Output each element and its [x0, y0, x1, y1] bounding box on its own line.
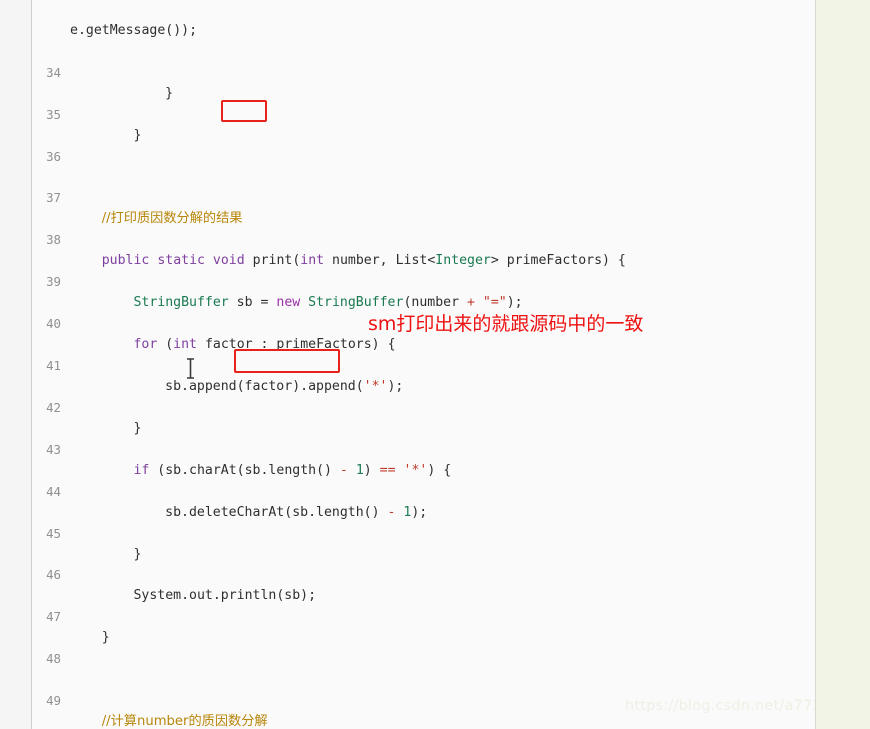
ibeam-icon: [187, 358, 194, 379]
site-watermark: https://blog.csdn.net/a772304419: [625, 698, 815, 714]
code-line-37[interactable]: 37 //打印质因数分解的结果: [33, 168, 815, 226]
code-line-41[interactable]: 41 sb.append(factor).append('*');: [33, 335, 815, 394]
line-number: 44: [46, 483, 61, 499]
line-number: 49: [46, 693, 61, 709]
code-line-38[interactable]: 38 public static void print(int number, …: [33, 209, 815, 268]
line-number: 48: [46, 651, 61, 667]
right-background-pane: [817, 0, 870, 729]
line-number: 46: [46, 567, 61, 583]
code-line-35[interactable]: 35 }: [33, 84, 815, 143]
screenshot-root: e.getMessage()); 34 } 35 } 36 37 //打印质因数…: [0, 0, 870, 729]
code-line-34[interactable]: 34 }: [33, 42, 815, 101]
code-line-50[interactable]: 50 public List<Integer> primeFactors(int…: [33, 712, 815, 729]
line-number: 38: [46, 232, 61, 248]
code-line-48[interactable]: 48: [33, 628, 815, 666]
code-line-39[interactable]: 39 StringBuffer sb = new StringBuffer(nu…: [33, 251, 815, 310]
code-line-45[interactable]: 45 }: [33, 503, 815, 562]
line-number: 43: [46, 441, 61, 457]
code-line-42[interactable]: 42 }: [33, 377, 815, 436]
code-line-43[interactable]: 43 if (sb.charAt(sb.length() - 1) == '*'…: [33, 419, 815, 478]
line-number: 47: [46, 609, 61, 625]
code-line-47[interactable]: 47 }: [33, 586, 815, 645]
line-number: 36: [46, 148, 61, 164]
code-line-46[interactable]: 46 System.out.println(sb);: [33, 545, 815, 603]
code-text: e.getMessage());: [70, 22, 198, 38]
code-content-area[interactable]: e.getMessage()); 34 } 35 } 36 37 //打印质因数…: [33, 0, 815, 729]
code-line-partial[interactable]: e.getMessage());: [33, 0, 815, 38]
line-number: 37: [46, 190, 61, 206]
line-number: 42: [46, 399, 61, 415]
line-number: 45: [46, 525, 61, 541]
red-annotation-text: sm打印出来的就跟源码中的一致: [368, 313, 644, 335]
code-line-49[interactable]: 49 //计算number的质因数分解: [33, 670, 815, 729]
line-number: 40: [46, 316, 61, 332]
code-editor-pane[interactable]: e.getMessage()); 34 } 35 } 36 37 //打印质因数…: [0, 0, 816, 729]
code-line-44[interactable]: 44 sb.deleteCharAt(sb.length() - 1);: [33, 461, 815, 520]
line-number-gutter: [0, 0, 32, 729]
line-number: 34: [46, 64, 61, 80]
line-number: 39: [46, 274, 61, 290]
line-number: 41: [46, 358, 61, 374]
text-cursor-ibeam: [185, 358, 196, 379]
code-line-36[interactable]: 36: [33, 126, 815, 164]
line-number: 35: [46, 106, 61, 122]
